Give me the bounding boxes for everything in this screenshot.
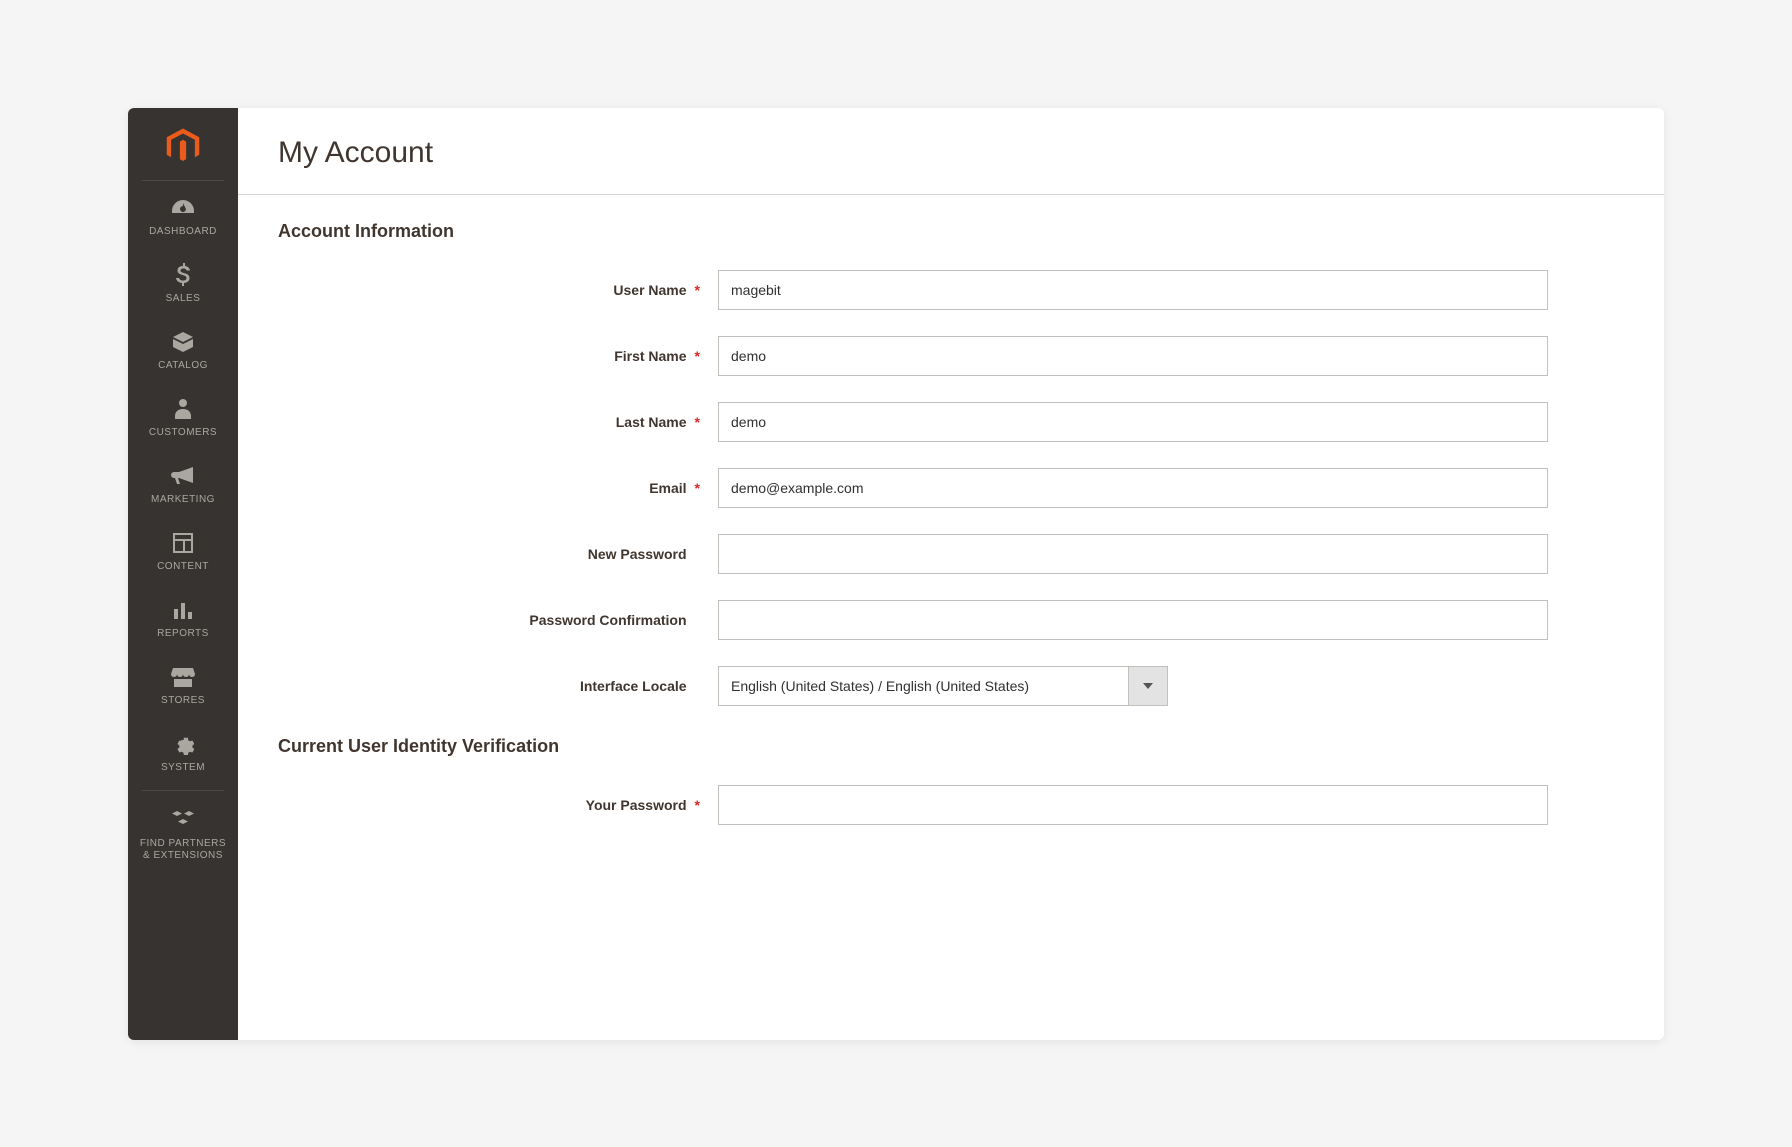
- field-firstname: First Name *: [278, 336, 1624, 376]
- field-passwordconfirm: Password Confirmation *: [278, 600, 1624, 640]
- account-section-title: Account Information: [278, 221, 1624, 242]
- field-label: User Name: [613, 282, 686, 298]
- page-title: My Account: [278, 136, 1624, 170]
- sidebar-item-customers[interactable]: CUSTOMERS: [128, 382, 238, 449]
- sidebar-item-marketing[interactable]: MARKETING: [128, 449, 238, 516]
- field-yourpassword: Your Password *: [278, 785, 1624, 825]
- newpassword-input[interactable]: [718, 534, 1548, 574]
- sidebar-item-dashboard[interactable]: DASHBOARD: [128, 181, 238, 248]
- sidebar-item-catalog[interactable]: CATALOG: [128, 315, 238, 382]
- sidebar-divider: [142, 790, 224, 791]
- storefront-icon: [171, 664, 195, 690]
- required-marker: *: [695, 414, 700, 430]
- sidebar-item-system[interactable]: SYSTEM: [128, 717, 238, 784]
- sidebar-item-label: CUSTOMERS: [149, 427, 217, 439]
- field-locale: Interface Locale * English (United State…: [278, 666, 1624, 706]
- main-content: My Account Account Information User Name…: [238, 108, 1664, 1040]
- megaphone-icon: [171, 463, 195, 489]
- dropdown-toggle[interactable]: [1128, 666, 1168, 706]
- required-marker: *: [695, 282, 700, 298]
- required-marker: *: [695, 348, 700, 364]
- firstname-input[interactable]: [718, 336, 1548, 376]
- required-marker: *: [695, 797, 700, 813]
- username-input[interactable]: [718, 270, 1548, 310]
- field-label: Interface Locale: [580, 678, 687, 694]
- sidebar-item-label: SYSTEM: [161, 762, 205, 774]
- magento-logo[interactable]: [128, 108, 238, 180]
- sidebar-item-label: CONTENT: [157, 561, 209, 573]
- person-icon: [174, 396, 192, 422]
- field-username: User Name *: [278, 270, 1624, 310]
- sidebar-item-label: CATALOG: [158, 360, 208, 372]
- field-label: Your Password: [586, 797, 687, 813]
- field-label: New Password: [588, 546, 687, 562]
- field-label: First Name: [614, 348, 686, 364]
- form-area: Account Information User Name * First Na…: [238, 195, 1664, 1040]
- app-frame: DASHBOARD SALES CATALOG CUSTOMERS MARKET…: [128, 108, 1664, 1040]
- email-input[interactable]: [718, 468, 1548, 508]
- locale-select-value: English (United States) / English (Unite…: [718, 666, 1128, 706]
- page-header: My Account: [238, 108, 1664, 194]
- sidebar-item-label: REPORTS: [157, 628, 209, 640]
- verify-section-title: Current User Identity Verification: [278, 736, 1624, 757]
- sidebar-item-partners[interactable]: FIND PARTNERS & EXTENSIONS: [128, 793, 238, 872]
- sidebar-item-label: DASHBOARD: [149, 226, 217, 238]
- sidebar-item-label: FIND PARTNERS & EXTENSIONS: [140, 838, 226, 862]
- sidebar-item-label: MARKETING: [151, 494, 215, 506]
- gear-icon: [172, 731, 194, 757]
- field-newpassword: New Password *: [278, 534, 1624, 574]
- field-label: Email: [649, 480, 686, 496]
- box-icon: [171, 329, 195, 355]
- sidebar-item-label: SALES: [166, 293, 201, 305]
- sidebar-item-sales[interactable]: SALES: [128, 248, 238, 315]
- sidebar-item-label: STORES: [161, 695, 205, 707]
- dashboard-icon: [171, 195, 195, 221]
- field-label: Last Name: [616, 414, 687, 430]
- required-marker: *: [695, 480, 700, 496]
- chevron-down-icon: [1143, 683, 1153, 689]
- field-email: Email *: [278, 468, 1624, 508]
- bar-chart-icon: [172, 597, 194, 623]
- blocks-icon: [171, 807, 195, 833]
- layout-icon: [172, 530, 194, 556]
- sidebar-item-reports[interactable]: REPORTS: [128, 583, 238, 650]
- sidebar-item-stores[interactable]: STORES: [128, 650, 238, 717]
- passwordconfirm-input[interactable]: [718, 600, 1548, 640]
- locale-select[interactable]: English (United States) / English (Unite…: [718, 666, 1168, 706]
- dollar-icon: [175, 262, 191, 288]
- yourpassword-input[interactable]: [718, 785, 1548, 825]
- sidebar: DASHBOARD SALES CATALOG CUSTOMERS MARKET…: [128, 108, 238, 1040]
- field-lastname: Last Name *: [278, 402, 1624, 442]
- field-label: Password Confirmation: [529, 612, 686, 628]
- sidebar-item-content[interactable]: CONTENT: [128, 516, 238, 583]
- lastname-input[interactable]: [718, 402, 1548, 442]
